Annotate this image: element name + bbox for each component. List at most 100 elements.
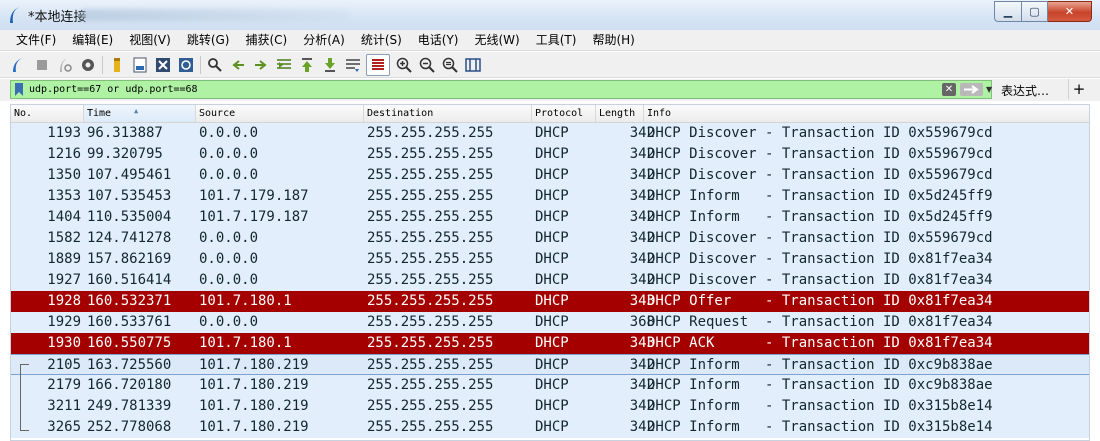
packet-cell-src: 101.7.180.219 [199, 357, 309, 373]
column-header-destination[interactable]: Destination [364, 105, 532, 122]
packet-cell-time: 160.533761 [87, 314, 172, 330]
clear-filter-button[interactable]: ✕ [942, 83, 956, 96]
packet-row[interactable]: 2105 163.725560 101.7.180.219 255.255.255.2… [11, 354, 1089, 375]
column-header-info[interactable]: Info [644, 105, 1089, 122]
packet-cell-info: DHCP Inform - Transaction ID 0x315b8e14 [647, 419, 993, 435]
packet-cell-proto: DHCP [535, 251, 569, 267]
column-header-protocol[interactable]: Protocol [532, 105, 596, 122]
zoom-out-icon[interactable] [419, 57, 435, 73]
first-packet-icon[interactable] [299, 57, 315, 73]
packet-row[interactable]: 1404 110.535004 101.7.179.187 255.255.255.2… [11, 207, 1089, 228]
menu-wireless[interactable]: 无线(W) [467, 30, 528, 51]
toolbar-separator [102, 55, 103, 74]
colorize-icon[interactable] [366, 53, 390, 76]
packet-cell-src: 0.0.0.0 [199, 230, 259, 246]
menu-statistics[interactable]: 统计(S) [353, 30, 410, 51]
forward-arrow-icon[interactable] [253, 57, 269, 73]
packet-cell-proto: DHCP [535, 377, 569, 393]
packet-cell-src: 0.0.0.0 [199, 251, 259, 267]
related-packet-bracket [20, 364, 29, 431]
reload-icon[interactable] [178, 57, 194, 73]
column-header-source[interactable]: Source [196, 105, 364, 122]
menu-capture[interactable]: 捕获(C) [237, 30, 295, 51]
title-bar: *本地连接 ▁ ▢ ✕ [0, 0, 1100, 31]
packet-list[interactable]: No. ▲ Time Source Destination Protocol Le… [10, 104, 1090, 441]
menu-help[interactable]: 帮助(H) [584, 30, 642, 51]
zoom-normal-icon[interactable] [442, 57, 458, 73]
packet-row[interactable]: 2179 166.720180 101.7.180.219 255.255.255.2… [11, 375, 1089, 396]
options-gear-icon[interactable] [80, 57, 96, 73]
menu-file[interactable]: 文件(F) [8, 30, 64, 51]
packet-cell-no: 1404 [47, 209, 81, 225]
column-header-time[interactable]: ▲ Time [84, 105, 196, 122]
back-arrow-icon[interactable] [230, 57, 246, 73]
close-icon: ✕ [1064, 5, 1075, 18]
go-to-packet-icon[interactable] [276, 57, 292, 73]
blurred-title-area [80, 9, 350, 21]
column-header-length[interactable]: Length [596, 105, 644, 122]
restart-icon[interactable] [57, 57, 73, 73]
chevron-down-icon: ▼ [986, 85, 993, 94]
wireshark-app-icon [10, 7, 20, 23]
packet-cell-src: 101.7.180.219 [199, 398, 309, 414]
last-packet-icon[interactable] [322, 57, 338, 73]
packet-cell-dst: 255.255.255.255 [367, 335, 494, 351]
packet-cell-dst: 255.255.255.255 [367, 167, 494, 183]
packet-cell-info: DHCP Inform - Transaction ID 0x315b8e14 [647, 398, 993, 414]
menu-tools[interactable]: 工具(T) [528, 30, 585, 51]
packet-row[interactable]: 3265 252.778068 101.7.180.219 255.255.255.2… [11, 417, 1089, 438]
save-file-icon[interactable] [132, 57, 148, 73]
packet-cell-dst: 255.255.255.255 [367, 314, 494, 330]
menu-go[interactable]: 跳转(G) [179, 30, 238, 51]
bookmark-icon[interactable] [15, 83, 23, 96]
maximize-button[interactable]: ▢ [1022, 1, 1048, 22]
packet-row[interactable]: 1582 124.741278 0.0.0.0 255.255.255.255 DHCP… [11, 228, 1089, 249]
packet-list-header: No. ▲ Time Source Destination Protocol Le… [11, 105, 1089, 123]
open-folder-icon[interactable] [109, 57, 125, 73]
expression-button[interactable]: 表达式… [1001, 82, 1049, 99]
column-header-no[interactable]: No. [11, 105, 84, 122]
packet-row[interactable]: 1889 157.862169 0.0.0.0 255.255.255.255 DHCP… [11, 249, 1089, 270]
packet-cell-src: 101.7.180.219 [199, 419, 309, 435]
packet-row[interactable]: 1929 160.533761 0.0.0.0 255.255.255.255 DHCP… [11, 312, 1089, 333]
resize-columns-icon[interactable] [465, 57, 481, 73]
packet-row[interactable]: 1928 160.532371 101.7.180.1 255.255.255.255… [11, 291, 1089, 312]
packet-cell-time: 99.320795 [87, 146, 163, 162]
packet-cell-proto: DHCP [535, 146, 569, 162]
display-filter-box: ✕ ▼ [10, 80, 992, 99]
column-label: Source [199, 108, 236, 119]
main-toolbar [0, 52, 1100, 78]
packet-cell-dst: 255.255.255.255 [367, 398, 494, 414]
packet-cell-time: 124.741278 [87, 230, 172, 246]
packet-row[interactable]: 1350 107.495461 0.0.0.0 255.255.255.255 DHCP… [11, 165, 1089, 186]
find-icon[interactable] [207, 57, 223, 73]
packet-row[interactable]: 1930 160.550775 101.7.180.1 255.255.255.255… [11, 333, 1089, 354]
packet-row[interactable]: 1927 160.516414 0.0.0.0 255.255.255.255 DHCP… [11, 270, 1089, 291]
packet-row[interactable]: 1216 99.320795 0.0.0.0 255.255.255.255 DHCP 3… [11, 144, 1089, 165]
packet-row[interactable]: 1193 96.313887 0.0.0.0 255.255.255.255 DHCP 3… [11, 123, 1089, 144]
zoom-in-icon[interactable] [396, 57, 412, 73]
packet-cell-src: 101.7.180.1 [199, 335, 292, 351]
clear-icon: ✕ [944, 84, 954, 95]
close-window-button[interactable]: ✕ [1048, 1, 1092, 22]
packet-row[interactable]: 3211 249.781339 101.7.180.219 255.255.255.2… [11, 396, 1089, 417]
menu-analyze[interactable]: 分析(A) [295, 30, 353, 51]
packet-cell-info: DHCP Inform - Transaction ID 0xc9b838ae [647, 357, 993, 373]
display-filter-input[interactable] [29, 81, 929, 98]
filter-history-dropdown[interactable]: ▼ [986, 83, 994, 96]
packet-row[interactable]: 1353 107.535453 101.7.179.187 255.255.255.2… [11, 186, 1089, 207]
shark-fin-start-icon[interactable] [11, 57, 27, 73]
add-filter-button[interactable]: + [1068, 79, 1089, 99]
menu-view[interactable]: 视图(V) [121, 30, 179, 51]
packet-cell-info: DHCP Discover - Transaction ID 0x81f7ea3… [647, 272, 993, 288]
apply-filter-button[interactable] [960, 83, 983, 96]
stop-icon[interactable] [34, 57, 50, 73]
close-file-icon[interactable] [155, 57, 171, 73]
packet-cell-dst: 255.255.255.255 [367, 146, 494, 162]
menu-telephony[interactable]: 电话(Y) [410, 30, 467, 51]
autoscroll-icon[interactable] [345, 57, 361, 73]
minimize-button[interactable]: ▁ [994, 1, 1022, 22]
packet-cell-info: DHCP Discover - Transaction ID 0x559679c… [647, 125, 993, 141]
packet-cell-src: 0.0.0.0 [199, 146, 259, 162]
menu-edit[interactable]: 编辑(E) [64, 30, 121, 51]
